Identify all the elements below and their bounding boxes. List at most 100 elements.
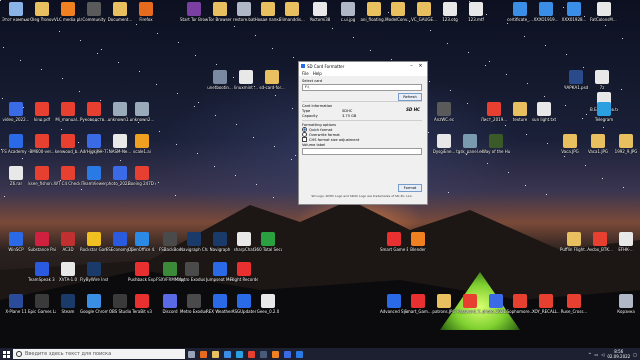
desktop-icon[interactable]: Руководств... электроне...: [80, 102, 108, 122]
desktop-icon[interactable]: DysgiEne...: [430, 134, 458, 154]
desktop-icon[interactable]: Avcbx_BTK...: [586, 232, 614, 252]
desktop-icon[interactable]: Steam: [54, 294, 82, 314]
desktop-icon[interactable]: Substance Painter 2019: [28, 232, 56, 252]
desktop-icon[interactable]: Корзина: [612, 294, 640, 314]
taskbar-chrome-button[interactable]: [221, 348, 233, 360]
desktop-icon[interactable]: certificate_...: [506, 2, 534, 22]
desktop-icon[interactable]: tgsk_panel.ec: [456, 134, 484, 154]
desktop-icon[interactable]: EFHK-...: [612, 232, 640, 252]
desktop-icon[interactable]: Pushback Express: [128, 262, 156, 282]
desktop-icon[interactable]: XXX01928...: [560, 2, 588, 22]
desktop-icon[interactable]: Z6.rar: [2, 166, 30, 186]
drive-select[interactable]: F:\: [302, 84, 422, 91]
taskbar-file-explorer-button[interactable]: [209, 348, 221, 360]
desktop-icon[interactable]: 7z: [588, 70, 616, 90]
taskbar-task-view-button[interactable]: [185, 348, 197, 360]
start-button[interactable]: [0, 348, 12, 360]
desktop-icon[interactable]: Password_Y...: [456, 294, 484, 314]
desktop-icon[interactable]: ksee_fishon...: [28, 166, 56, 186]
desktop-icon[interactable]: TeamSpeak 3 Client: [28, 262, 56, 282]
desktop-icon[interactable]: Flight Recorder: [230, 262, 258, 282]
desktop-icon[interactable]: TeamViewer: [80, 166, 108, 186]
desktop-icon[interactable]: WT C4 Checklist.pdf: [54, 166, 82, 186]
notifications-icon[interactable]: ▢: [633, 352, 637, 357]
desktop-icon[interactable]: kino.pdf: [28, 102, 56, 122]
desktop-icon[interactable]: Yoctomi38: [306, 2, 334, 22]
desktop-icon[interactable]: patrons.JPG: [430, 294, 458, 314]
volume-icon[interactable]: ◁: [601, 352, 604, 357]
close-icon[interactable]: ×: [416, 62, 425, 70]
desktop-icon[interactable]: sd-card-for...: [258, 70, 286, 90]
desktop-icon[interactable]: scale1.ai: [128, 134, 156, 154]
desktop-icon[interactable]: AnzWC.ec: [430, 102, 458, 122]
desktop-icon[interactable]: 123.mtf: [462, 2, 490, 22]
desktop-icon[interactable]: 360 Total Security: [254, 232, 282, 252]
desktop-icon[interactable]: Smart_Gam...: [404, 294, 432, 314]
window-titlebar[interactable]: SD Card Formatter – ×: [299, 62, 427, 70]
desktop-icon[interactable]: ModelConv...: [384, 2, 412, 22]
desktop-icon[interactable]: sun light.txt: [530, 102, 558, 122]
desktop-icon[interactable]: FS Academy - Airline T...: [2, 134, 30, 154]
chs-checkbox[interactable]: CHS format size adjustment: [302, 137, 422, 142]
desktop-icon[interactable]: XOY_RECALL...: [532, 294, 560, 314]
desktop-icon[interactable]: FlyByWire Installer: [80, 262, 108, 282]
desktop-icon[interactable]: Document...: [106, 2, 134, 22]
desktop-icon[interactable]: Sophomore...: [506, 294, 534, 314]
taskbar-telegram-button[interactable]: [233, 348, 245, 360]
refresh-button[interactable]: Refresh: [398, 93, 422, 101]
taskbar-app-button[interactable]: [281, 348, 293, 360]
menu-help[interactable]: Help: [313, 71, 322, 76]
desktop-icon[interactable]: VLC media player: [54, 2, 82, 22]
desktop-icon[interactable]: unetbootin...: [206, 70, 234, 90]
desktop-icon[interactable]: OpenOffice 4.1.10: [128, 232, 156, 252]
desktop-icon[interactable]: Start Tor Browser: [180, 2, 208, 22]
taskbar-media-button[interactable]: [245, 348, 257, 360]
desktop-icon[interactable]: Geex_0.2.0: [254, 294, 282, 314]
volume-label-input[interactable]: [302, 148, 422, 155]
desktop-icon[interactable]: Ruse_Cross...: [560, 294, 588, 314]
desktop-icon[interactable]: FSXVFRMMapper: [156, 262, 184, 282]
desktop-icon[interactable]: ЧАРКА1.psd: [562, 70, 590, 90]
desktop-icon[interactable]: Metro Exodus Enhanced: [180, 294, 208, 314]
desktop-icon[interactable]: Oleg Tronov: [28, 2, 56, 22]
desktop-icon[interactable]: Vaca1.JPG: [584, 134, 612, 154]
desktop-icon[interactable]: Vaca.JPG: [556, 134, 584, 154]
desktop-icon[interactable]: Community: [80, 2, 108, 22]
desktop-icon[interactable]: Firefox: [132, 2, 160, 22]
menu-file[interactable]: File: [302, 71, 309, 76]
desktop-icon[interactable]: Blender: [404, 232, 432, 252]
desktop-icon[interactable]: Epic Games Launcher: [28, 294, 56, 314]
desktop-icon[interactable]: Лист_2019...: [480, 102, 508, 122]
desktop-icon[interactable]: XXXO1919...: [532, 2, 560, 22]
desktop-icon[interactable]: Pufflin Flight...: [560, 232, 588, 252]
desktop-icon[interactable]: Navigraph Charts D...: [180, 232, 208, 252]
desktop-icon[interactable]: c.ui.jpg: [334, 2, 362, 22]
desktop-icon[interactable]: Google Chrome: [80, 294, 108, 314]
taskbar-blender-button[interactable]: [269, 348, 281, 360]
desktop-icon[interactable]: AdrHjgkjKH-77(i).jpg: [80, 134, 108, 154]
desktop-icon[interactable]: Rockstar Games ...: [80, 232, 108, 252]
desktop-icon[interactable]: VC_GAUGE...: [410, 2, 438, 22]
chevron-up-icon[interactable]: ^: [588, 352, 591, 357]
desktop-icon[interactable]: FatColonsM... на xpreebdbc.txt: [590, 2, 618, 22]
taskbar-firefox-button[interactable]: [197, 348, 209, 360]
desktop-icon[interactable]: TeraBit v3: [128, 294, 156, 314]
minimize-icon[interactable]: –: [407, 62, 416, 70]
clock[interactable]: 8:56 02.09.2022: [607, 349, 630, 359]
desktop-icon[interactable]: Mi_manual...: [54, 102, 82, 122]
desktop-icon[interactable]: Way of the Hunter: [482, 134, 510, 154]
search-box[interactable]: Введите здесь текст для поиска: [13, 349, 185, 359]
desktop-icon[interactable]: video_2022...: [2, 102, 30, 122]
desktop-icon[interactable]: X-Plane 11: [2, 294, 30, 314]
desktop-icon[interactable]: unknown2...: [128, 102, 156, 122]
format-button[interactable]: Format: [398, 184, 422, 192]
desktop-icon[interactable]: Boeing 247D on Wing42...: [128, 166, 156, 186]
desktop-icon[interactable]: AC3D: [54, 232, 82, 252]
desktop-icon[interactable]: kenwood_b...: [54, 134, 82, 154]
desktop-icon[interactable]: 1992_9.JPG: [612, 134, 640, 154]
desktop-icon[interactable]: linuxmint ...: [232, 70, 260, 90]
desktop-icon[interactable]: Telegram: [590, 102, 618, 122]
desktop-icon[interactable]: WinSCP: [2, 232, 30, 252]
desktop-icon[interactable]: Этот компьютер: [2, 2, 30, 22]
taskbar-app2-button[interactable]: [293, 348, 305, 360]
